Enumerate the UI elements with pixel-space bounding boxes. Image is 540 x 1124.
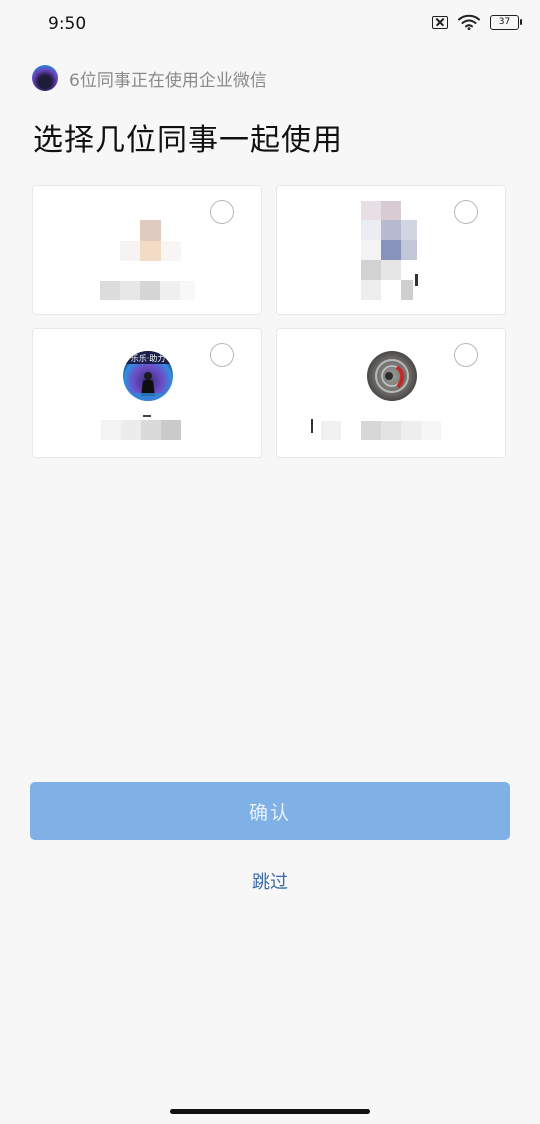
battery-icon: 37 — [490, 14, 522, 30]
colleague-card[interactable] — [32, 185, 262, 315]
select-radio[interactable] — [210, 200, 234, 224]
wifi-icon — [458, 14, 480, 30]
status-icons: 37 — [432, 14, 522, 30]
status-time: 9:50 — [48, 14, 87, 34]
company-info-text: 6位同事正在使用企业微信 — [69, 70, 267, 91]
company-info-row: 6位同事正在使用企业微信 — [32, 65, 267, 91]
skip-link[interactable]: 跳过 — [0, 868, 540, 894]
select-radio[interactable] — [454, 343, 478, 367]
svg-text:乐乐·助力: 乐乐·助力 — [131, 353, 166, 363]
colleague-card[interactable] — [276, 185, 506, 315]
avatar — [367, 351, 417, 401]
status-bar: 9:50 37 — [0, 0, 540, 50]
no-sim-icon — [432, 15, 448, 29]
confirm-button[interactable]: 确认 — [30, 782, 510, 840]
avatar: 乐乐·助力 — [123, 351, 173, 401]
home-indicator[interactable] — [170, 1109, 370, 1114]
battery-level: 37 — [490, 14, 519, 30]
page-title: 选择几位同事一起使用 — [33, 123, 343, 158]
company-avatar — [32, 65, 58, 91]
select-radio[interactable] — [454, 200, 478, 224]
colleague-card[interactable] — [276, 328, 506, 458]
colleague-card[interactable]: 乐乐·助力 — [32, 328, 262, 458]
select-radio[interactable] — [210, 343, 234, 367]
